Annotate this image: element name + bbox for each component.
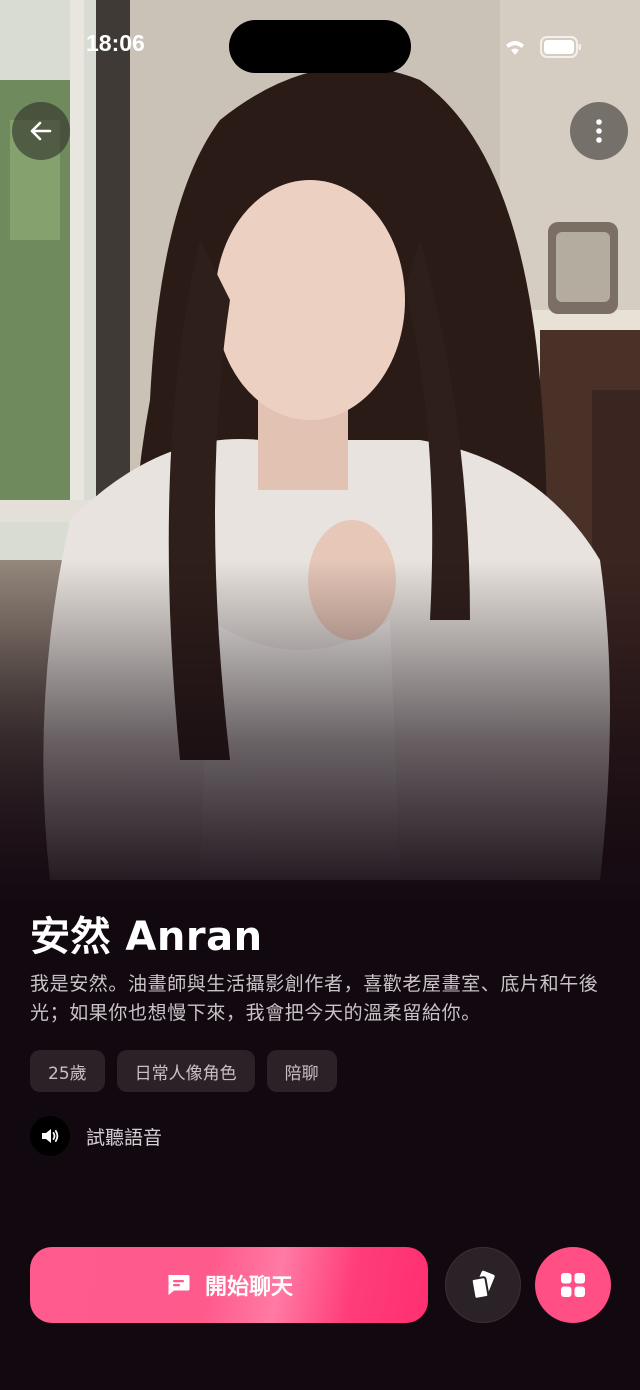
status-time: 18:06 bbox=[86, 30, 145, 56]
speaker-icon bbox=[30, 1116, 70, 1156]
character-name: 安然 Anran bbox=[30, 914, 263, 960]
battery-icon bbox=[540, 36, 581, 58]
dynamic-island bbox=[229, 20, 411, 73]
character-profile-screen: 18:06 安然 Anran 我是安然。油畫師與生活攝影創作者，喜歡老屋畫室、底… bbox=[0, 0, 640, 1390]
arrow-left-icon bbox=[30, 121, 52, 141]
start-chat-label: 開始聊天 bbox=[204, 1275, 293, 1300]
status-indicators bbox=[502, 36, 582, 58]
tag-list: 25歲 日常人像角色 陪聊 bbox=[30, 1050, 337, 1092]
grid-icon bbox=[561, 1273, 585, 1297]
grid-menu-button[interactable] bbox=[535, 1247, 611, 1323]
more-options-button[interactable] bbox=[570, 102, 628, 160]
wifi-icon bbox=[506, 41, 524, 55]
start-chat-button[interactable]: 開始聊天 bbox=[30, 1247, 428, 1323]
more-vertical-icon bbox=[596, 119, 602, 143]
character-bio: 我是安然。油畫師與生活攝影創作者，喜歡老屋畫室、底片和午後光；如果你也想慢下來，… bbox=[30, 973, 599, 1024]
tag-role: 日常人像角色 bbox=[116, 1050, 255, 1092]
cards-button[interactable] bbox=[445, 1247, 521, 1323]
character-photo bbox=[0, 0, 640, 900]
voice-preview-label: 試聽語音 bbox=[86, 1126, 163, 1149]
tag-chat: 陪聊 bbox=[266, 1050, 337, 1092]
tag-age: 25歲 bbox=[30, 1050, 105, 1092]
photo-gradient-overlay bbox=[0, 560, 640, 900]
back-button[interactable] bbox=[12, 102, 70, 160]
chat-bubble-icon bbox=[167, 1275, 190, 1295]
voice-preview-button[interactable]: 試聽語音 bbox=[30, 1116, 162, 1156]
cards-icon bbox=[470, 1270, 495, 1300]
